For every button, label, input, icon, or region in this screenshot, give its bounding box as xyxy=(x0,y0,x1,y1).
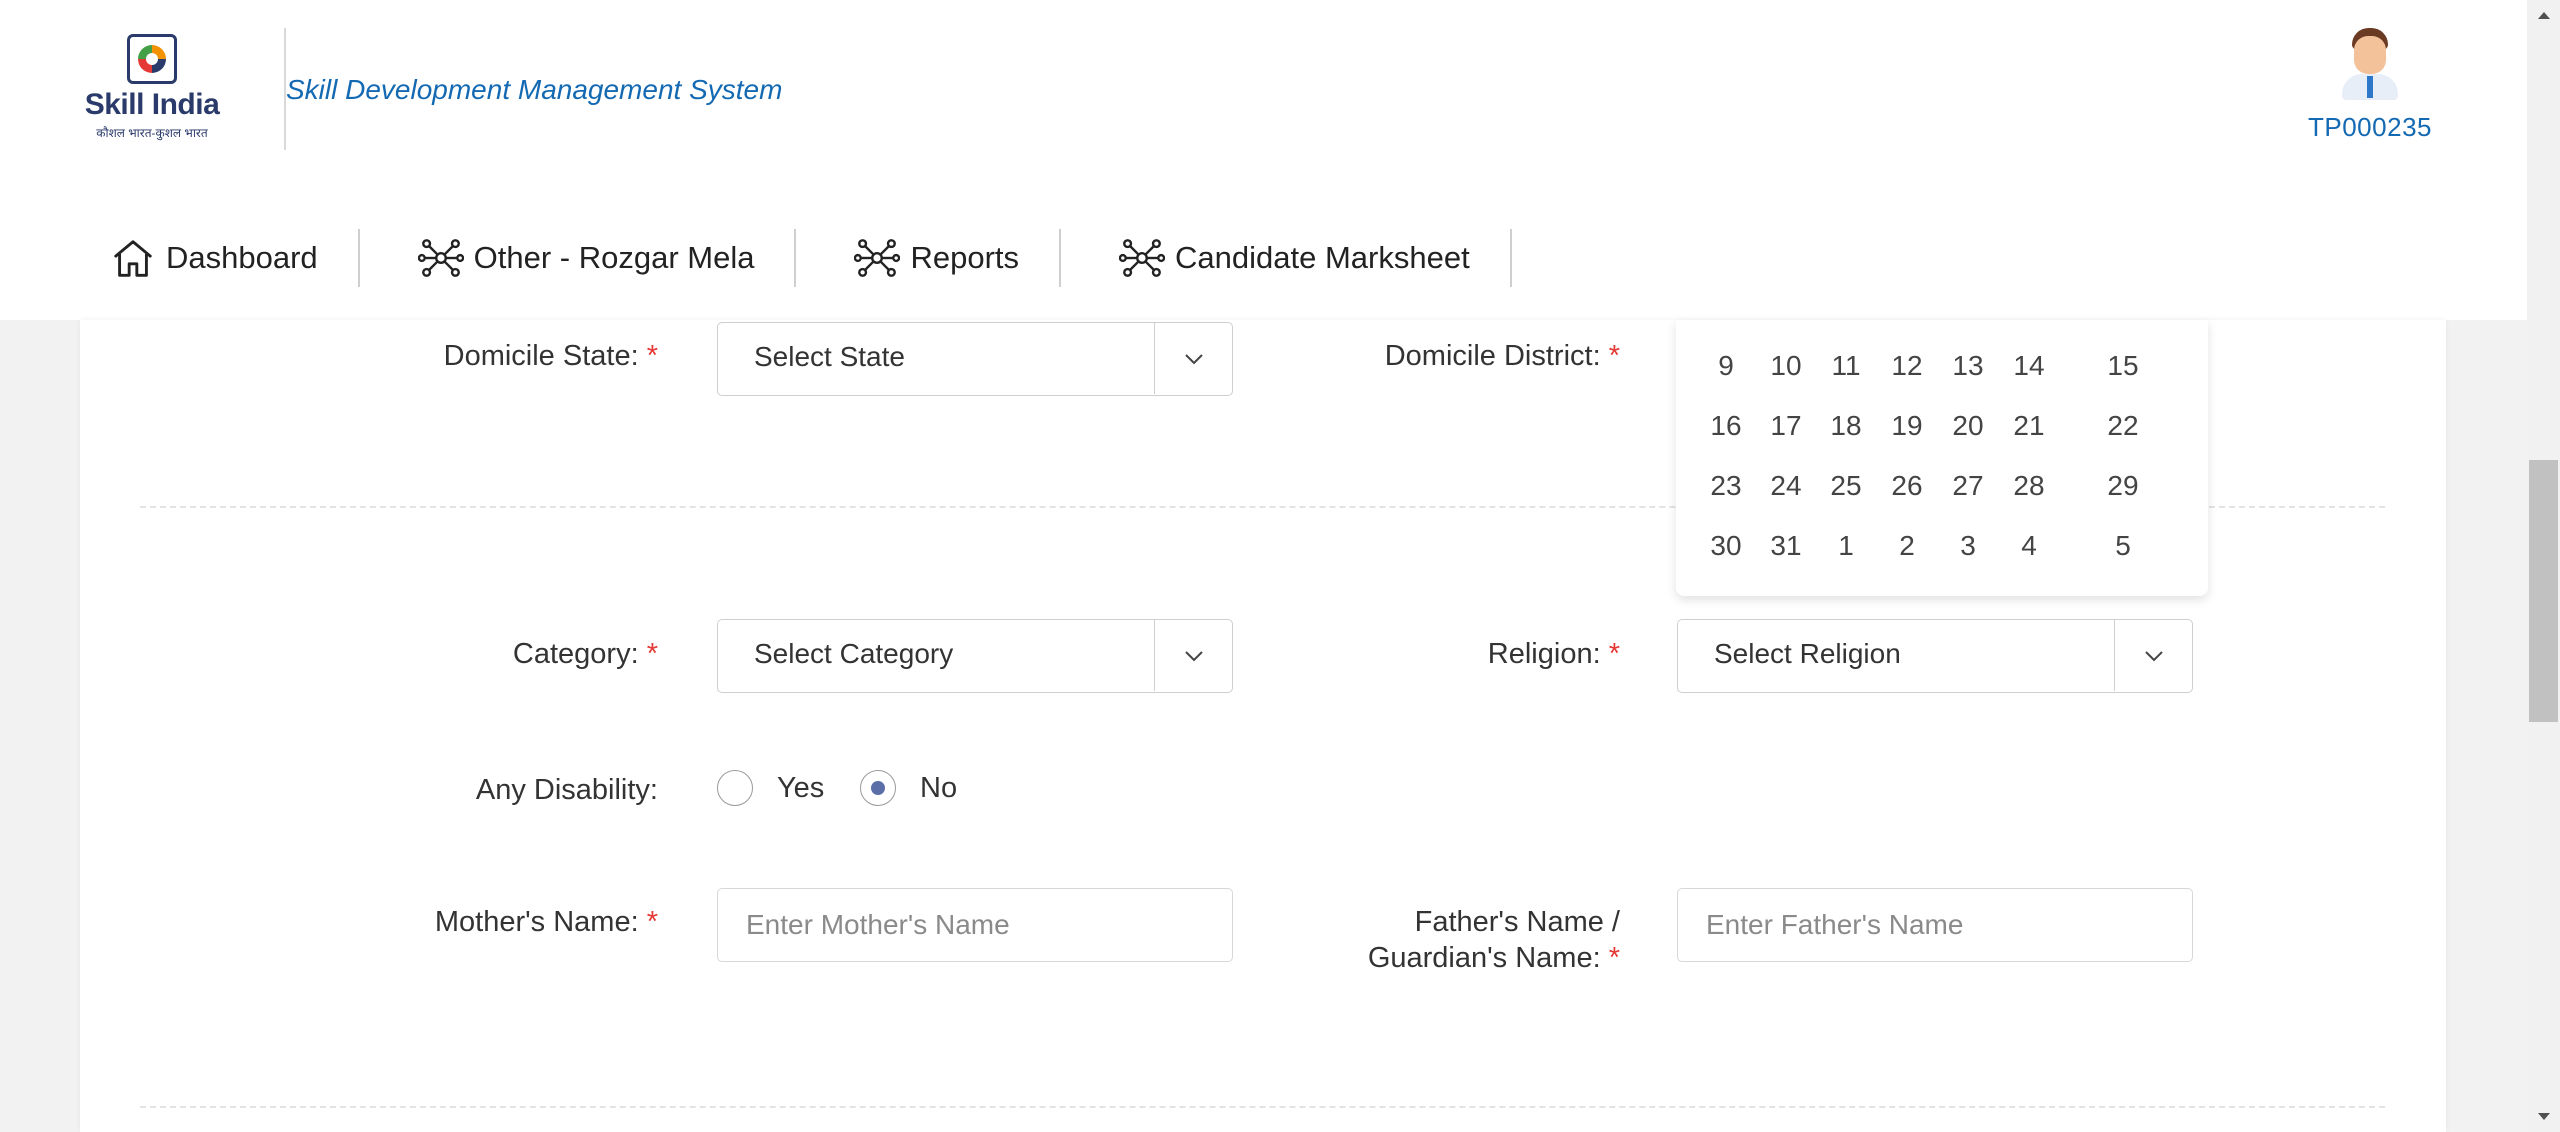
page-scrollbar[interactable] xyxy=(2527,0,2560,1132)
calendar-day[interactable]: 27 xyxy=(1938,466,1998,506)
calendar-week-row: 9 10 11 12 13 14 15 xyxy=(1676,346,2208,386)
father-name-label: Father's Name / Guardian's Name: * xyxy=(1367,906,1620,974)
scroll-up-arrow-icon[interactable] xyxy=(2527,0,2560,30)
nav-item-rozgar-mela[interactable]: Other - Rozgar Mela xyxy=(417,228,795,288)
calendar-week-row: 30 31 1 2 3 4 5 xyxy=(1676,526,2208,566)
disability-label: Any Disability: xyxy=(475,774,658,806)
mother-name-label: Mother's Name: * xyxy=(434,906,658,938)
disability-no-option[interactable]: No xyxy=(860,770,957,806)
logo-text: Skill India xyxy=(84,88,220,121)
logo-subtext: कौशल भारत-कुशल भारत xyxy=(96,126,208,140)
religion-label: Religion: * xyxy=(1487,638,1620,670)
nav-label-candidate-marksheet: Candidate Marksheet xyxy=(1175,240,1470,275)
scrollbar-thumb[interactable] xyxy=(2529,460,2558,722)
calendar-day[interactable]: 29 xyxy=(2093,466,2153,506)
calendar-day[interactable]: 10 xyxy=(1756,346,1816,386)
avatar[interactable] xyxy=(2338,28,2402,100)
calendar-day[interactable]: 20 xyxy=(1938,406,1998,446)
nav-separator xyxy=(1059,229,1062,287)
calendar-day[interactable]: 24 xyxy=(1756,466,1816,506)
calendar-day[interactable]: 2 xyxy=(1877,526,1937,566)
nav-separator xyxy=(794,229,797,287)
calendar-day[interactable]: 25 xyxy=(1816,466,1876,506)
network-icon xyxy=(1119,239,1166,277)
calendar-day[interactable]: 28 xyxy=(1999,466,2059,506)
nav-separator xyxy=(1509,229,1512,287)
calendar-day[interactable]: 12 xyxy=(1877,346,1937,386)
nav-item-dashboard[interactable]: Dashboard xyxy=(110,228,358,288)
calendar-week-row: 23 24 25 26 27 28 29 xyxy=(1676,466,2208,506)
calendar-day[interactable]: 16 xyxy=(1696,406,1756,446)
domicile-state-value: Select State xyxy=(754,341,905,372)
calendar-day[interactable]: 5 xyxy=(2093,526,2153,566)
disability-no-label: No xyxy=(920,771,958,804)
nav-label-rozgar-mela: Other - Rozgar Mela xyxy=(473,240,755,275)
date-picker-popup[interactable]: 9 10 11 12 13 14 15 16 17 18 19 20 21 22… xyxy=(1676,320,2208,596)
calendar-day[interactable]: 17 xyxy=(1756,406,1816,446)
category-label: Category: * xyxy=(512,638,658,670)
disability-yes-label: Yes xyxy=(777,771,825,804)
chevron-down-icon[interactable] xyxy=(2114,620,2192,691)
calendar-day[interactable]: 13 xyxy=(1938,346,1998,386)
skill-india-logo[interactable]: Skill India कौशल भारत-कुशल भारत xyxy=(80,34,224,144)
nav-item-reports[interactable]: Reports xyxy=(854,228,1059,288)
nav-item-candidate-marksheet[interactable]: Candidate Marksheet xyxy=(1119,228,1510,288)
calendar-day[interactable]: 11 xyxy=(1816,346,1876,386)
father-name-input[interactable] xyxy=(1677,888,2193,962)
network-icon xyxy=(417,239,464,277)
calendar-day[interactable]: 1 xyxy=(1816,526,1876,566)
section-divider xyxy=(140,1106,2385,1108)
user-id[interactable]: TP000235 xyxy=(2300,112,2440,143)
disability-no-radio[interactable] xyxy=(860,770,896,806)
calendar-day[interactable]: 15 xyxy=(2093,346,2153,386)
calendar-day[interactable]: 9 xyxy=(1696,346,1756,386)
calendar-week-row: 16 17 18 19 20 21 22 xyxy=(1676,406,2208,446)
calendar-day[interactable]: 26 xyxy=(1877,466,1937,506)
calendar-day[interactable]: 21 xyxy=(1999,406,2059,446)
network-icon xyxy=(854,239,901,277)
app-header: Skill India कौशल भारत-कुशल भारत Skill De… xyxy=(0,0,2527,196)
main-nav: Dashboard Other - Rozgar Mela Reports Ca… xyxy=(0,196,2527,320)
calendar-day[interactable]: 22 xyxy=(2093,406,2153,446)
nav-label-dashboard: Dashboard xyxy=(166,240,318,275)
calendar-day[interactable]: 14 xyxy=(1999,346,2059,386)
user-profile[interactable]: TP000235 xyxy=(2300,28,2440,143)
domicile-state-label: Domicile State: * xyxy=(443,340,658,372)
calendar-day[interactable]: 18 xyxy=(1816,406,1876,446)
scroll-down-arrow-icon[interactable] xyxy=(2527,1102,2560,1132)
calendar-day[interactable]: 19 xyxy=(1877,406,1937,446)
nav-label-reports: Reports xyxy=(910,240,1020,275)
category-value: Select Category xyxy=(754,638,954,669)
skill-india-emblem-icon xyxy=(127,34,177,84)
disability-yes-option[interactable]: Yes xyxy=(717,770,824,806)
mother-name-input[interactable] xyxy=(717,888,1233,962)
domicile-district-label: Domicile District: * xyxy=(1384,340,1620,372)
domicile-state-select[interactable]: Select State xyxy=(717,322,1233,396)
disability-yes-radio[interactable] xyxy=(717,770,753,806)
calendar-day[interactable]: 3 xyxy=(1938,526,1998,566)
religion-value: Select Religion xyxy=(1714,638,1901,669)
religion-select[interactable]: Select Religion xyxy=(1677,619,2193,693)
home-icon xyxy=(114,240,152,277)
nav-separator xyxy=(357,229,360,287)
system-title: Skill Development Management System xyxy=(286,74,783,105)
calendar-day[interactable]: 4 xyxy=(1999,526,2059,566)
category-select[interactable]: Select Category xyxy=(717,619,1233,693)
calendar-day[interactable]: 30 xyxy=(1696,526,1756,566)
calendar-day[interactable]: 23 xyxy=(1696,466,1756,506)
calendar-day[interactable]: 31 xyxy=(1756,526,1816,566)
